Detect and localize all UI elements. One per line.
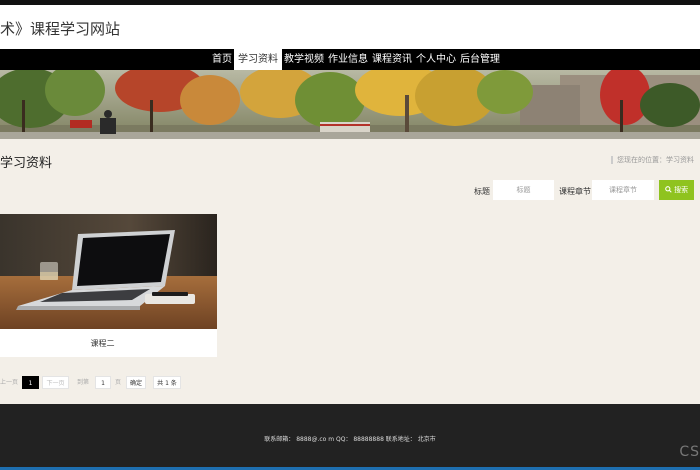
nav-item-homework[interactable]: 作业信息 (326, 49, 370, 70)
next-page-button[interactable]: 下一页 (42, 376, 69, 389)
total-count: 共 1 条 (153, 376, 181, 389)
breadcrumb-text: 您现在的位置：学习资料 (617, 156, 694, 164)
nav-item-course-news[interactable]: 课程资讯 (370, 49, 414, 70)
goto-page-input[interactable]: 1 (95, 376, 111, 389)
search-button[interactable]: 搜索 (659, 180, 694, 200)
search-button-label: 搜索 (674, 186, 689, 194)
watermark: CS (679, 444, 700, 460)
goto-confirm-button[interactable]: 确定 (126, 376, 146, 389)
page-title: 学习资料 (0, 156, 53, 171)
title-label: 标题 (474, 187, 490, 196)
breadcrumb-divider (611, 156, 613, 164)
nav-item-admin[interactable]: 后台管理 (458, 49, 502, 70)
site-footer: 联系邮箱： 8888@.co m QQ： 88888888 联系地址： 北京市 … (0, 404, 700, 470)
main-nav: 首页 学习资料 教学视频 作业信息 课程资讯 个人中心 后台管理 (0, 49, 700, 70)
site-title: 术》课程学习网站 (0, 20, 121, 38)
title-search-input[interactable] (493, 180, 554, 200)
search-bar: 标题 课程章节 搜索 (0, 180, 700, 200)
prev-page-button[interactable]: 上一页 (0, 376, 18, 389)
footer-contact-info: 联系邮箱： 8888@.co m QQ： 88888888 联系地址： 北京市 (264, 436, 436, 443)
course-card-title[interactable]: 课程二 (0, 338, 205, 349)
nav-item-study-materials[interactable]: 学习资料 (234, 49, 282, 70)
nav-item-teaching-videos[interactable]: 教学视频 (282, 49, 326, 70)
chapter-search-input[interactable] (592, 180, 654, 200)
chapter-label: 课程章节 (559, 187, 591, 196)
breadcrumb: 您现在的位置：学习资料 (611, 155, 694, 165)
pagination: 上一页 1 下一页 到第 1 页 确定 共 1 条 (0, 376, 700, 389)
current-page-button[interactable]: 1 (22, 376, 39, 389)
site-header: 术》课程学习网站 (0, 5, 700, 49)
nav-item-home[interactable]: 首页 (210, 49, 234, 70)
page-unit-label: 页 (114, 379, 121, 386)
section-header: 学习资料 您现在的位置：学习资料 (0, 150, 700, 172)
laptop-thumbnail-image (0, 214, 217, 329)
search-icon (665, 186, 672, 193)
campus-banner-image (0, 70, 700, 139)
course-card[interactable]: 课程二 (0, 214, 217, 357)
nav-item-personal-center[interactable]: 个人中心 (414, 49, 458, 70)
goto-page-label: 到第 (76, 379, 89, 386)
